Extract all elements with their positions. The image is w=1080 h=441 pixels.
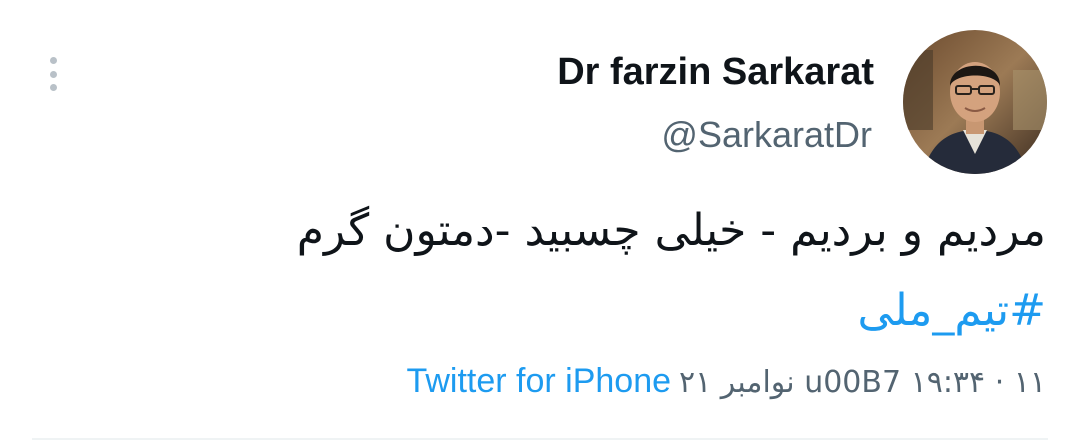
tweet-meta: Twitter for iPhone u00B7 ۱۹:۳۴ · ۱۱ نوام… [406, 358, 1046, 406]
more-options-button[interactable] [38, 54, 68, 94]
author-display-name[interactable]: Dr farzin Sarkarat [557, 48, 874, 96]
tweet-text: مردیم و بردیم - خیلی چسبید -دمتون گرم [296, 205, 1046, 256]
hashtag-link[interactable]: #تیم_ملی [858, 276, 1046, 346]
timestamp[interactable]: u00B7 ۱۹:۳۴ · ۱۱ نوامبر ۲۱ [679, 360, 1046, 406]
profile-photo-icon [903, 30, 1047, 174]
avatar[interactable] [903, 30, 1047, 174]
more-vertical-icon-dot [49, 70, 57, 78]
divider [32, 438, 1048, 440]
author-handle[interactable]: @SarkaratDr [661, 112, 872, 158]
client-link[interactable]: Twitter for iPhone [406, 358, 671, 404]
more-vertical-icon-dot [49, 84, 57, 91]
more-vertical-icon [49, 57, 57, 64]
tweet: Dr farzin Sarkarat @SarkaratDr مردیم و ب… [0, 0, 1080, 441]
